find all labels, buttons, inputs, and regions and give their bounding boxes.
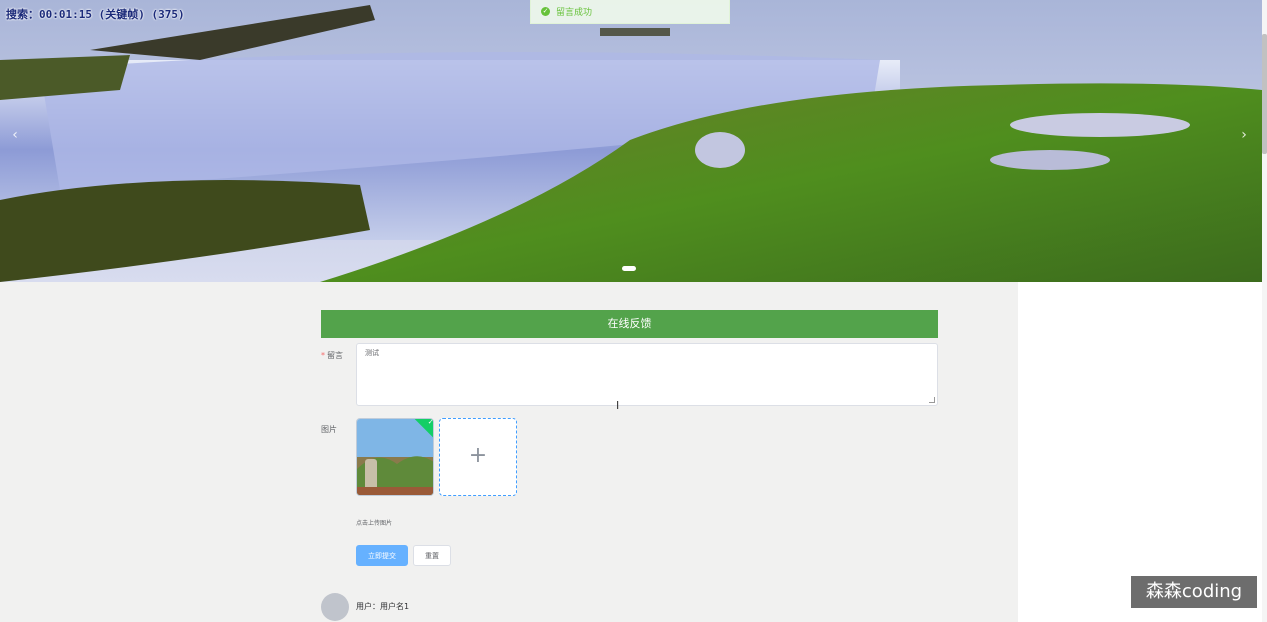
reset-button[interactable]: 重置 bbox=[413, 545, 451, 566]
avatar bbox=[321, 593, 349, 621]
comment-user: 用户：用户名1 bbox=[356, 602, 410, 611]
recording-overlay: 搜索：00:01:15 (关键帧) (375) bbox=[6, 8, 185, 21]
page-scrollbar[interactable] bbox=[1262, 0, 1267, 622]
banner-image bbox=[0, 0, 1262, 282]
chevron-left-icon[interactable]: ‹ bbox=[7, 126, 23, 144]
message-label-text: 留言 bbox=[327, 351, 343, 360]
check-icon: ✓ bbox=[427, 418, 434, 427]
success-toast: ✓ 留言成功 bbox=[530, 0, 730, 24]
carousel-indicator-active[interactable] bbox=[622, 266, 636, 271]
check-circle-icon: ✓ bbox=[541, 7, 550, 16]
submit-button[interactable]: 立即提交 bbox=[356, 545, 408, 566]
upload-hint: 点击上传图片 bbox=[356, 520, 393, 527]
carousel-indicators[interactable] bbox=[622, 266, 636, 271]
text-cursor-icon: I bbox=[616, 399, 620, 412]
right-panel bbox=[1018, 282, 1262, 622]
toast-message: 留言成功 bbox=[556, 8, 593, 18]
scrollbar-thumb[interactable] bbox=[1262, 34, 1267, 154]
message-value: 测试 bbox=[365, 349, 379, 357]
image-label: 图片 bbox=[321, 425, 337, 434]
banner-carousel[interactable]: 搜索：00:01:15 (关键帧) (375) ‹ › bbox=[0, 0, 1262, 282]
required-mark: * bbox=[321, 351, 325, 360]
resize-handle[interactable] bbox=[929, 397, 935, 403]
message-textarea[interactable]: 测试 bbox=[356, 343, 938, 406]
uploaded-image[interactable]: ✓ bbox=[356, 418, 434, 496]
form-title: 在线反馈 bbox=[321, 310, 938, 338]
watermark: 森森coding bbox=[1131, 576, 1257, 608]
upload-button[interactable]: + bbox=[439, 418, 517, 496]
uploaded-image-picture bbox=[357, 419, 433, 495]
chevron-right-icon[interactable]: › bbox=[1236, 126, 1252, 144]
message-label: * 留言 bbox=[321, 350, 343, 361]
